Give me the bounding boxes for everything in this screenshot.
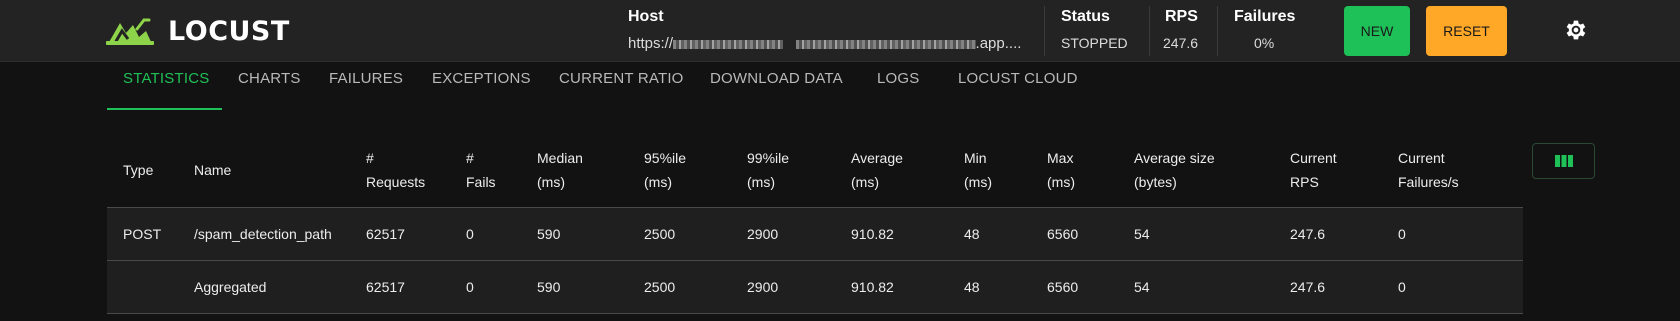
cell-median: 590	[537, 226, 561, 242]
host-prefix: https://	[628, 35, 674, 52]
header-average-size[interactable]: Average size (bytes)	[1134, 146, 1215, 194]
header-type[interactable]: Type	[123, 158, 153, 182]
failures-section: Failures 0%	[1234, 8, 1295, 51]
header-fails[interactable]: # Fails	[466, 146, 496, 194]
cell-median: 590	[537, 279, 561, 295]
cell-fails: 0	[466, 279, 474, 295]
locust-logo-icon	[106, 18, 154, 45]
tab-failures[interactable]: FAILURES	[329, 70, 403, 87]
tab-current-ratio[interactable]: CURRENT RATIO	[559, 70, 684, 87]
header-max[interactable]: Max (ms)	[1047, 146, 1075, 194]
cell-current-rps: 247.6	[1290, 279, 1326, 295]
host-suffix: .app....	[975, 35, 1022, 52]
cell-max: 6560	[1047, 226, 1079, 242]
header-min[interactable]: Min (ms)	[964, 146, 992, 194]
status-value: STOPPED	[1061, 35, 1128, 51]
cell-requests: 62517	[366, 279, 405, 295]
statistics-table: Type Name # Requests # Fails Median (ms) 95…	[107, 138, 1523, 314]
table-row-aggregated: Aggregated 62517 0 590 2500 2900 910.82 …	[107, 261, 1523, 314]
table-row: POST /spam_detection_path 62517 0 590 25…	[107, 208, 1523, 261]
cell-min: 48	[964, 226, 980, 242]
cell-name: Aggregated	[194, 279, 267, 295]
tab-download-data[interactable]: DOWNLOAD DATA	[710, 70, 843, 87]
rps-section: RPS 247.6	[1163, 8, 1199, 51]
cell-current-failures: 0	[1398, 279, 1406, 295]
cell-name: /spam_detection_path	[194, 226, 332, 242]
gear-icon[interactable]	[1562, 17, 1588, 43]
cell-95ile: 2500	[644, 279, 676, 295]
cell-fails: 0	[466, 226, 474, 242]
app-name: LOCUST	[168, 16, 290, 47]
cell-average-size: 54	[1134, 279, 1150, 295]
redacted-host-part	[795, 39, 976, 49]
header-99ile[interactable]: 99%ile (ms)	[747, 146, 789, 194]
locust-logo[interactable]: LOCUST	[106, 16, 290, 47]
rps-label: RPS	[1165, 8, 1198, 25]
cell-average: 910.82	[851, 226, 894, 242]
divider	[1149, 6, 1150, 56]
cell-type: POST	[123, 226, 162, 242]
active-tab-indicator	[107, 108, 222, 110]
divider	[1217, 6, 1218, 56]
cell-average-size: 54	[1134, 226, 1150, 242]
cell-99ile: 2900	[747, 226, 779, 242]
column-toggle-button[interactable]	[1532, 143, 1595, 179]
reset-button[interactable]: RESET	[1426, 6, 1507, 56]
top-bar: LOCUST Host https:// .app.... Status STO…	[0, 0, 1680, 62]
columns-icon	[1554, 155, 1573, 167]
divider	[1044, 6, 1045, 56]
cell-current-rps: 247.6	[1290, 226, 1326, 242]
cell-99ile: 2900	[747, 279, 779, 295]
status-label: Status	[1061, 8, 1110, 25]
host-label: Host	[628, 8, 664, 25]
header-requests[interactable]: # Requests	[366, 146, 425, 194]
cell-current-failures: 0	[1398, 226, 1406, 242]
failures-label: Failures	[1234, 8, 1296, 25]
tab-logs[interactable]: LOGS	[877, 70, 919, 87]
tab-locust-cloud[interactable]: LOCUST CLOUD	[958, 70, 1078, 87]
redacted-host-part	[673, 39, 784, 49]
rps-value: 247.6	[1163, 35, 1199, 51]
table-header-row: Type Name # Requests # Fails Median (ms) 95…	[107, 138, 1523, 208]
host-section: Host https:// .app....	[628, 8, 1021, 52]
cell-requests: 62517	[366, 226, 405, 242]
failures-value: 0%	[1254, 35, 1275, 51]
cell-95ile: 2500	[644, 226, 676, 242]
cell-min: 48	[964, 279, 980, 295]
new-button[interactable]: NEW	[1344, 6, 1410, 56]
tab-charts[interactable]: CHARTS	[238, 70, 301, 87]
host-value: https:// .app....	[628, 35, 1021, 52]
tab-exceptions[interactable]: EXCEPTIONS	[432, 70, 531, 87]
header-median[interactable]: Median (ms)	[537, 146, 583, 194]
status-section: Status STOPPED	[1061, 8, 1128, 51]
header-current-failures[interactable]: Current Failures/s	[1398, 146, 1459, 194]
cell-average: 910.82	[851, 279, 894, 295]
header-95ile[interactable]: 95%ile (ms)	[644, 146, 686, 194]
header-average[interactable]: Average (ms)	[851, 146, 903, 194]
tab-statistics[interactable]: STATISTICS	[123, 70, 209, 87]
cell-max: 6560	[1047, 279, 1079, 295]
header-current-rps[interactable]: Current RPS	[1290, 146, 1337, 194]
header-name[interactable]: Name	[194, 158, 231, 182]
